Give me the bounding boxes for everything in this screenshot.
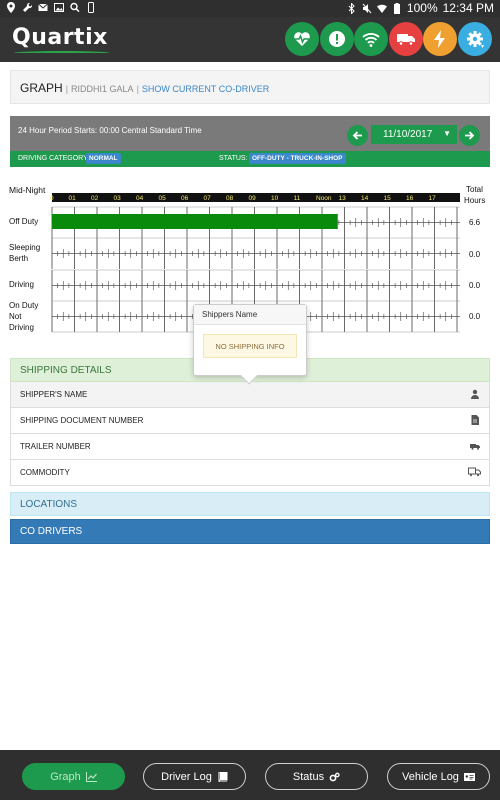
title-separator: |	[65, 84, 69, 94]
hour-label: 15	[384, 195, 392, 202]
battery-icon	[393, 2, 400, 14]
hour-label: 17	[429, 195, 437, 202]
status-label: STATUS:	[219, 155, 248, 162]
driving-category-badge: NORMAL	[86, 153, 121, 164]
driving-category-label: DRIVING CATEGORY:	[18, 155, 90, 162]
hour-label: 04	[136, 195, 144, 202]
mute-icon	[362, 3, 372, 13]
hour-label: 16	[406, 195, 414, 202]
bottom-navigation: Graph Driver Log Status Vehicle Log	[0, 750, 500, 800]
duty-segment-bar	[52, 214, 338, 229]
quartix-logo: Quartix	[12, 25, 108, 50]
bluetooth-icon	[348, 2, 355, 14]
health-button[interactable]	[285, 22, 319, 56]
hour-label: 0	[50, 195, 54, 202]
logo-swoosh	[14, 51, 110, 55]
power-button[interactable]	[423, 22, 457, 56]
truck-icon	[397, 34, 415, 46]
boxes-icon	[468, 467, 481, 477]
clock: 12:34 PM	[442, 1, 494, 15]
popover-title: Shippers Name	[194, 305, 306, 325]
hour-label: 08	[226, 195, 234, 202]
next-day-button[interactable]	[459, 125, 480, 146]
shippers-name-popover: Shippers Name NO SHIPPING INFO	[193, 304, 307, 385]
arrow-right-icon	[465, 131, 475, 140]
vehicle-log-tab-label: Vehicle Log	[402, 770, 459, 783]
wifi-status-icon	[376, 4, 387, 13]
locations-header[interactable]: LOCATIONS	[10, 492, 490, 516]
settings-button[interactable]: ▾	[458, 22, 492, 56]
image-icon	[54, 3, 64, 12]
hour-label: 05	[159, 195, 167, 202]
status-tab-label: Status	[292, 770, 325, 783]
app-header: Quartix ▾	[0, 17, 500, 62]
gears-icon	[329, 772, 340, 781]
arrow-left-icon	[352, 131, 362, 140]
mail-icon	[38, 3, 48, 11]
book-icon	[218, 771, 228, 782]
status-badge: OFF-DUTY - TRUCK-IN-SHOP	[249, 153, 346, 164]
connection-button[interactable]	[354, 22, 388, 56]
wrench-icon	[23, 2, 32, 12]
co-drivers-header[interactable]: CO DRIVERS	[10, 519, 490, 544]
hour-label: 07	[204, 195, 212, 202]
phone-icon	[88, 2, 94, 13]
user-icon	[471, 389, 479, 399]
hour-label: 14	[361, 195, 369, 202]
hour-label: 06	[181, 195, 189, 202]
hour-label: 09	[249, 195, 257, 202]
battery-percent: 100%	[406, 1, 438, 15]
hour-label: 13	[339, 195, 347, 202]
period-bar: 24 Hour Period Starts: 00:00 Central Sta…	[10, 116, 490, 151]
title-separator-2: |	[136, 84, 139, 94]
date-value: 11/10/2017	[383, 129, 433, 140]
trailer-number-row[interactable]: TRAILER NUMBER	[10, 434, 490, 460]
wifi-icon	[362, 33, 380, 47]
date-select[interactable]: 11/10/2017 ▼	[371, 125, 457, 144]
driving-status-bar: DRIVING CATEGORY: NORMAL STATUS: OFF-DUT…	[10, 151, 490, 167]
system-status-bar: 100% 12:34 PM	[0, 0, 500, 17]
line-chart-icon	[85, 771, 97, 782]
heartbeat-icon	[294, 32, 310, 46]
row-label: SHIPPER'S NAME	[20, 390, 88, 399]
vehicle-button[interactable]	[389, 22, 423, 56]
status-tab[interactable]: Status	[265, 763, 368, 790]
page-title: GRAPH	[20, 81, 63, 95]
previous-day-button[interactable]	[347, 125, 368, 146]
hour-label: 02	[91, 195, 99, 202]
vehicle-log-tab[interactable]: Vehicle Log	[387, 763, 490, 790]
graph-tab-label: Graph	[50, 770, 81, 783]
commodity-row[interactable]: COMMODITY	[10, 460, 490, 486]
shippers-name-row[interactable]: SHIPPER'S NAME	[10, 382, 490, 408]
truck-icon	[470, 444, 480, 450]
graph-title-panel: GRAPH | RIDDHI1 GALA | SHOW CURRENT CO-D…	[10, 70, 490, 104]
hour-label: 01	[69, 195, 77, 202]
hour-label: 03	[114, 195, 122, 202]
hour-label: 11	[294, 195, 301, 202]
id-card-icon	[463, 772, 475, 781]
driver-log-tab-label: Driver Log	[161, 770, 212, 783]
row-label: COMMODITY	[20, 468, 70, 477]
lightning-icon	[434, 30, 445, 48]
shipping-document-number-row[interactable]: SHIPPING DOCUMENT NUMBER	[10, 408, 490, 434]
search-icon	[70, 2, 80, 13]
hour-label: 10	[271, 195, 279, 202]
driver-log-tab[interactable]: Driver Log	[143, 763, 246, 790]
alerts-button[interactable]	[320, 22, 354, 56]
caret-down-icon: ▼	[443, 129, 451, 138]
alert-icon	[329, 31, 345, 47]
period-start-text: 24 Hour Period Starts: 00:00 Central Sta…	[18, 126, 202, 135]
hour-label: Noon	[316, 195, 332, 202]
row-label: SHIPPING DOCUMENT NUMBER	[20, 416, 144, 425]
row-label: TRAILER NUMBER	[20, 442, 91, 451]
driver-name: RIDDHI1 GALA	[71, 84, 134, 94]
svg-text:▾: ▾	[481, 44, 484, 49]
gear-icon: ▾	[467, 31, 484, 49]
location-icon	[7, 2, 15, 13]
graph-tab[interactable]: Graph	[22, 763, 125, 790]
no-shipping-info-alert: NO SHIPPING INFO	[203, 334, 297, 358]
document-icon	[471, 415, 479, 425]
show-co-driver-link[interactable]: SHOW CURRENT CO-DRIVER	[142, 84, 269, 94]
